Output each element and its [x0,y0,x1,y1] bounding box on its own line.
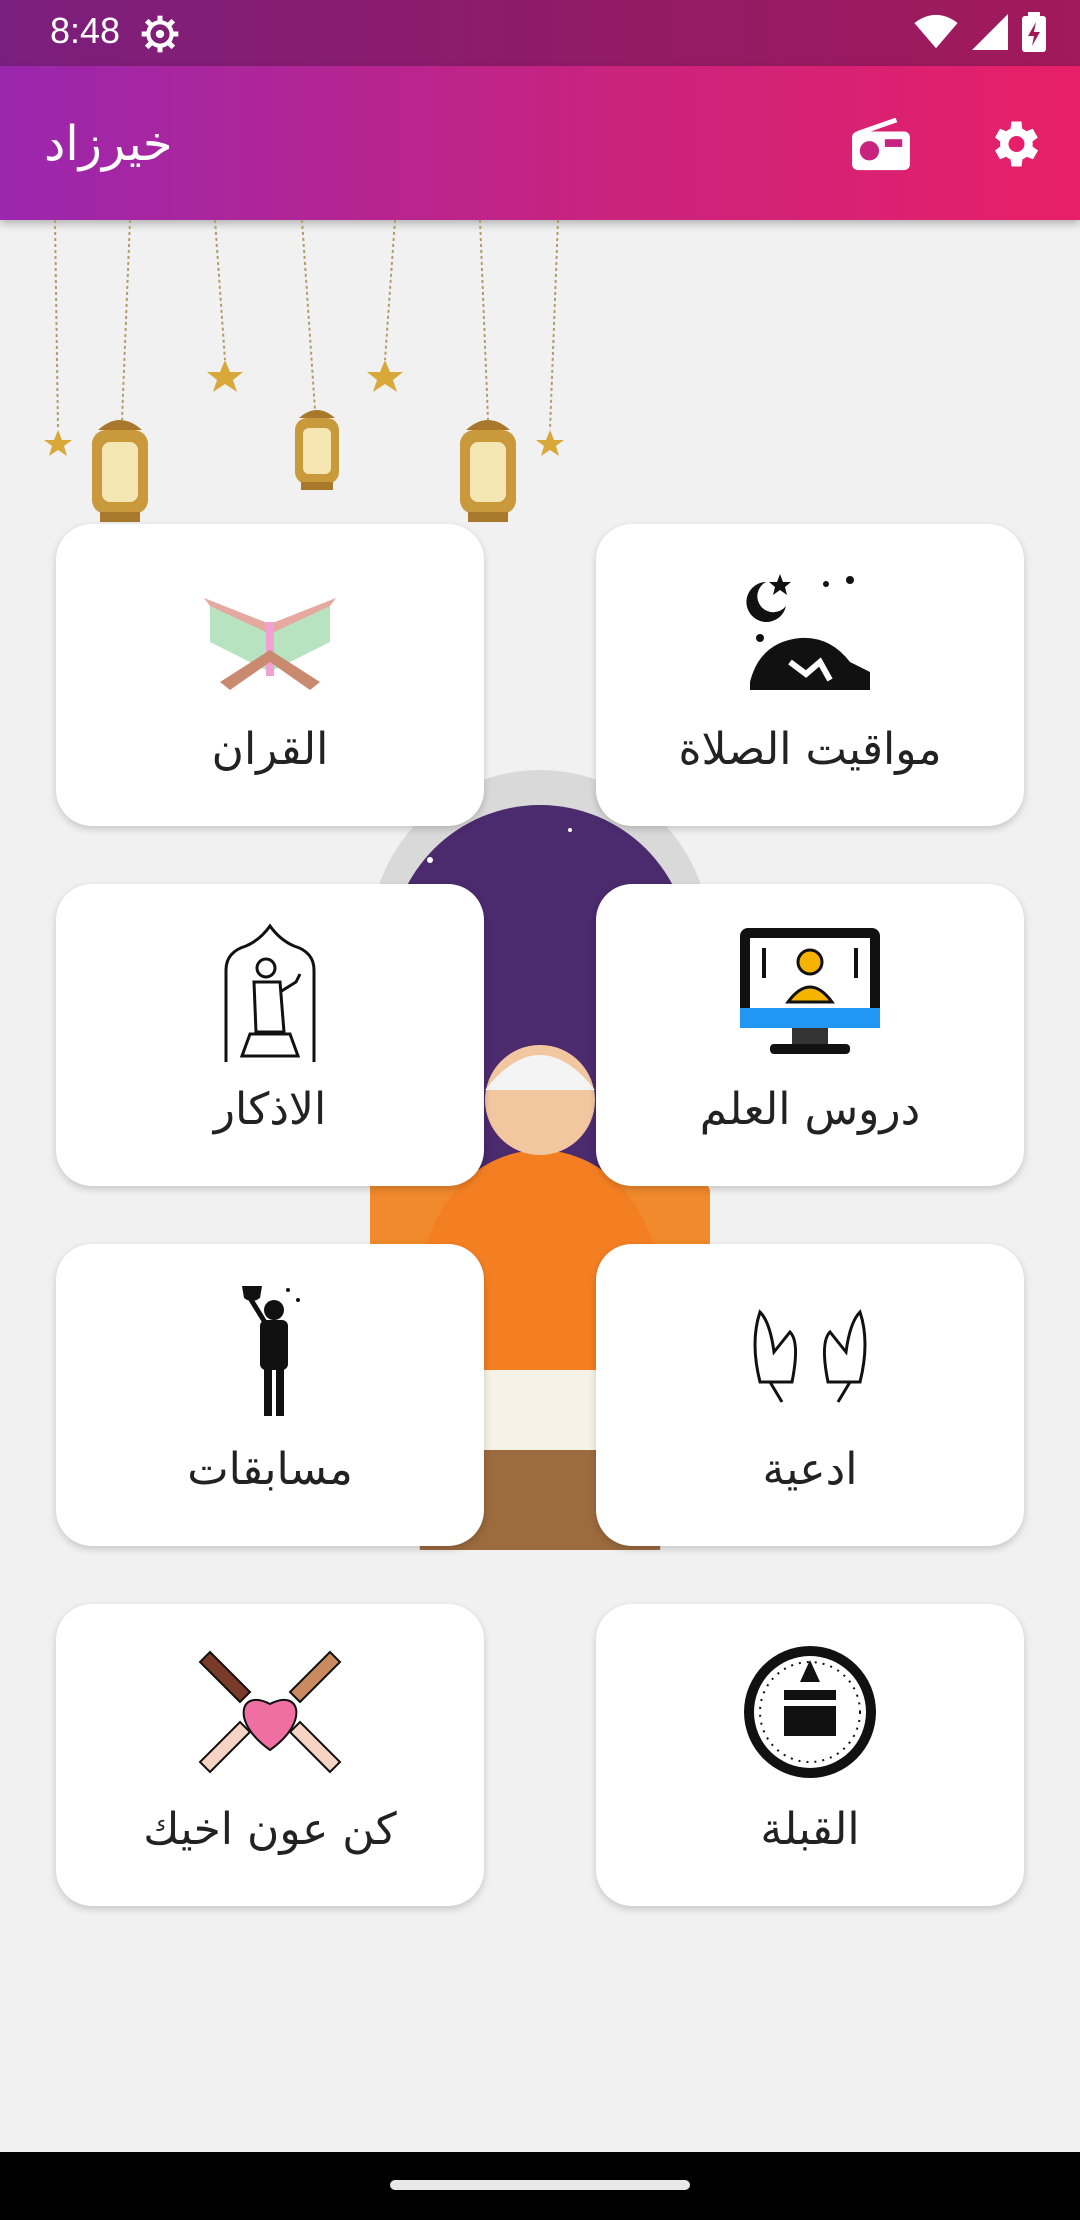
settings-icon[interactable] [984,114,1044,174]
battery-icon [1022,12,1046,52]
duaa-card[interactable]: ادعية [596,1244,1024,1546]
card-label: مسابقات [187,1444,353,1495]
quran-card[interactable]: القران [56,524,484,826]
card-label: دروس العلم [699,1084,921,1135]
competitions-icon [242,1286,300,1416]
adhkar-card[interactable]: الاذكار [56,884,484,1186]
app-bar: خيرزاد [0,66,1080,220]
card-label: القران [211,724,329,775]
card-label: كن عون اخيك [143,1804,397,1855]
card-label: مواقيت الصلاة [678,724,942,775]
lanterns-decoration [44,220,564,522]
home-gesture-pill[interactable] [390,2180,690,2190]
card-label: ادعية [762,1444,858,1495]
lessons-icon [740,928,880,1054]
system-nav-bar [0,2152,1080,2220]
prayer-times-card[interactable]: مواقيت الصلاة [596,524,1024,826]
status-time: 8:48 [50,10,121,51]
wifi-icon [914,14,958,49]
duaa-icon [753,1309,867,1403]
settings-status-icon [141,15,179,53]
competitions-card[interactable]: مسابقات [56,1244,484,1546]
qibla-card[interactable]: القبلة [596,1604,1024,1906]
app-title: خيرزاد [44,116,173,172]
adhkar-icon [224,923,316,1062]
card-label: الاذكار [213,1084,327,1135]
card-label: القبلة [760,1804,860,1855]
helping-hands-icon [198,1650,342,1774]
lessons-card[interactable]: دروس العلم [596,884,1024,1186]
quran-icon [204,598,336,690]
signal-icon [972,14,1008,50]
radio-icon[interactable] [850,118,912,172]
prayer-times-icon [746,574,870,690]
qibla-icon [744,1646,876,1778]
status-bar: 8:48 [0,0,1080,66]
helping-hands-card[interactable]: كن عون اخيك [56,1604,484,1906]
